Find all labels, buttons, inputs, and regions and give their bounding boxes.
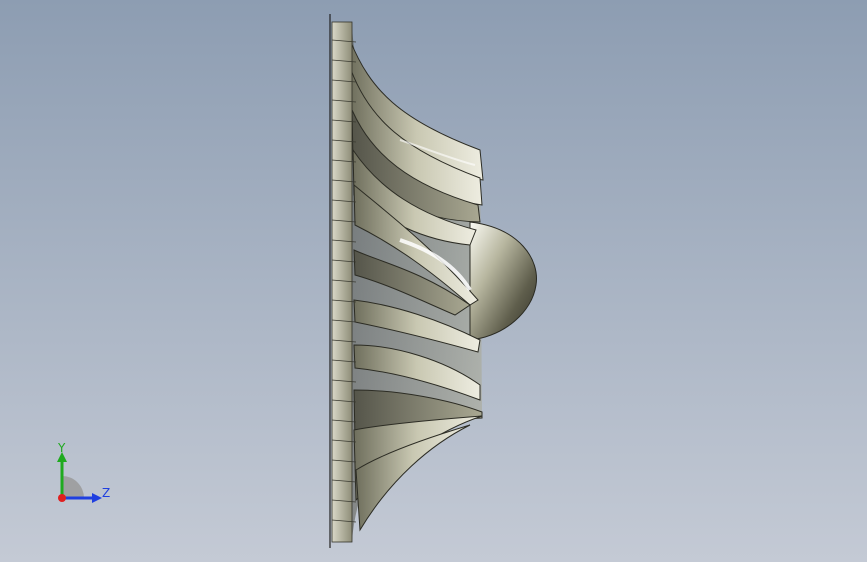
x-axis-dot [58,494,66,502]
orientation-triad[interactable]: Y Z [48,440,120,510]
z-axis-label: Z [102,486,111,500]
z-arrow-head [92,493,102,503]
graphics-viewport[interactable]: Y Z [0,0,867,562]
impeller-model[interactable] [0,0,867,562]
triad-plane-shading [62,476,84,498]
y-axis-label: Y [58,441,66,455]
